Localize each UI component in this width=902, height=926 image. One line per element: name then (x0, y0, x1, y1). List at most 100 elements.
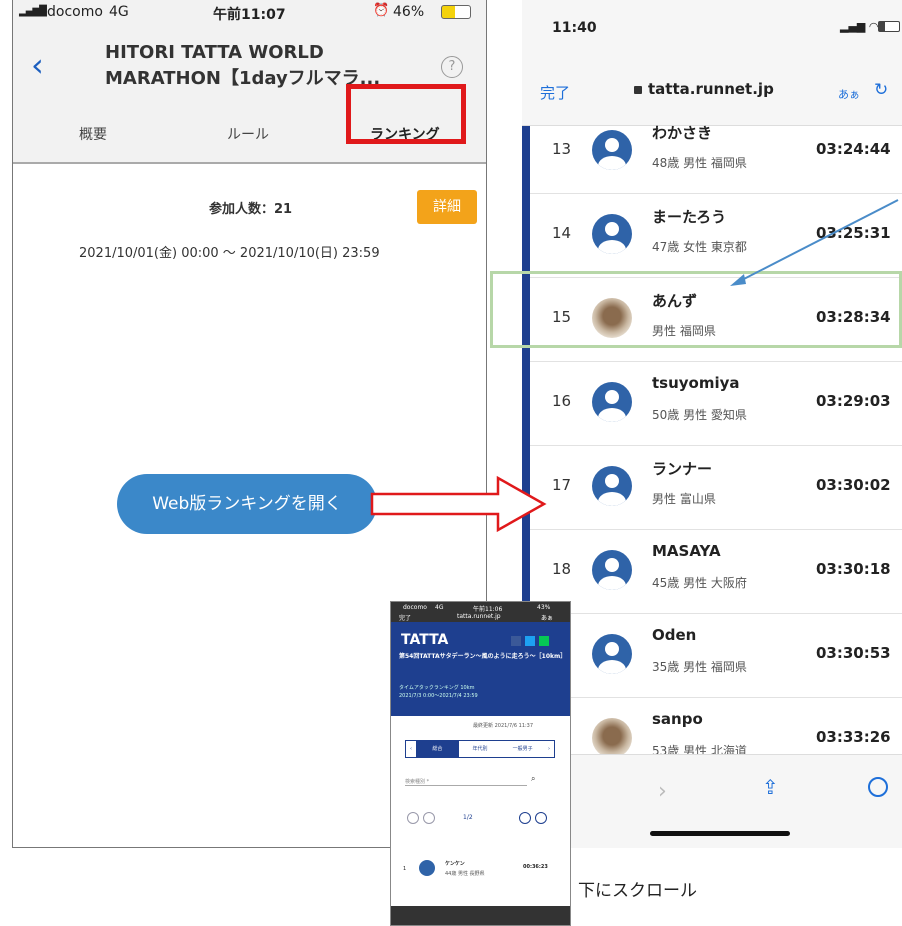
thumb-tab-men: 一般男子 (512, 746, 533, 752)
thumb-row-rank: 1 (403, 866, 407, 872)
photo-avatar (592, 718, 632, 758)
thumb-row-info: 44歳 男性 長野県 (445, 871, 485, 877)
runner-name: tsuyomiya (652, 374, 740, 392)
finish-time: 03:29:03 (816, 392, 891, 410)
thumb-bottom-bar (391, 906, 570, 925)
thumb-done: 完了 (399, 615, 412, 622)
thumb-title: 第54回TATTAサタデーラン〜風のように走ろう〜［10km］ (399, 653, 567, 660)
thumb-avatar (419, 860, 435, 876)
rank-number: 13 (552, 140, 572, 158)
thumb-tabs: ‹ 総合 年代別 一般男子 › (405, 740, 555, 758)
thumb-battery: 43% (537, 604, 551, 611)
finish-time: 03:30:53 (816, 644, 891, 662)
detail-button[interactable]: 詳細 (417, 190, 477, 224)
thumb-prev-icon (423, 812, 435, 824)
compass-icon[interactable] (868, 777, 888, 797)
thumb-row-name: ケンケン (445, 861, 465, 867)
thumb-carrier: docomo (403, 604, 427, 611)
thumb-facebook-icon (511, 636, 521, 646)
thumb-twitter-icon (525, 636, 535, 646)
reload-icon[interactable]: ↻ (874, 80, 888, 100)
rank-number: 14 (552, 224, 572, 242)
runner-info: 男性 富山県 (652, 492, 716, 506)
runner-info: 48歳 男性 福岡県 (652, 156, 747, 170)
thumb-tab-next: › (548, 746, 551, 752)
thumb-sub2: 2021/7/3 0:00〜2021/7/4 23:59 (399, 693, 478, 699)
title-line-1: HITORI TATTA WORLD (105, 42, 324, 63)
thumb-tab-prev: ‹ (410, 746, 412, 752)
thumb-url: tatta.runnet.jp (457, 613, 501, 620)
red-arrow (370, 475, 547, 533)
rank-number: 16 (552, 392, 572, 410)
done-button[interactable]: 完了 (540, 82, 570, 103)
default-avatar-icon (592, 466, 632, 506)
thumb-search: 検索種別 * (405, 778, 527, 786)
thumb-tab-overall: 総合 (416, 741, 459, 757)
finish-time: 03:30:02 (816, 476, 891, 494)
carrier-label: docomo (47, 4, 103, 20)
runner-name: sanpo (652, 710, 703, 728)
thumb-body: 最終更新 2021/7/6 11:37 ‹ 総合 年代別 一般男子 › 検索種別… (391, 716, 570, 906)
nav-header: ‹ HITORI TATTA WORLD MARATHON【1dayフルマラ..… (13, 24, 486, 164)
battery-icon (441, 5, 471, 19)
share-icon[interactable]: ⇪ (762, 775, 779, 799)
network-label: 4G (109, 4, 129, 20)
participants-text: 参加人数： (209, 202, 275, 217)
thumb-header: docomo 4G 午前11:06 43% 完了 tatta.runnet.jp… (391, 602, 570, 622)
default-avatar-icon (592, 214, 632, 254)
ranking-tab-highlight (346, 84, 466, 144)
annotation-arrow (730, 199, 899, 286)
ranking-row[interactable]: 13 わかさき 48歳 男性 福岡県 03:24:44 (530, 108, 902, 194)
finish-time: 03:33:26 (816, 728, 891, 746)
web-ranking-button[interactable]: Web版ランキングを開く (117, 474, 377, 534)
clock: 午前11:07 (213, 7, 286, 23)
default-avatar-icon (592, 130, 632, 170)
back-icon[interactable]: ‹ (31, 46, 44, 84)
thumb-font-button: あぁ (541, 615, 554, 622)
thumb-row: 1 ケンケン 44歳 男性 長野県 00:36:23 (391, 856, 570, 886)
ranking-row[interactable]: 18 MASAYA 45歳 男性 大阪府 03:30:18 (530, 528, 902, 614)
thumb-time: 午前11:06 (473, 606, 503, 613)
ranking-row[interactable]: 16 tsuyomiya 50歳 男性 愛知県 03:29:03 (530, 360, 902, 446)
thumb-sub1: タイムアタックランキング 10km (399, 685, 475, 691)
scroll-caption: 下にスクロール (578, 881, 697, 901)
thumb-next-icon (519, 812, 531, 824)
thumb-pager: 1/2 (407, 812, 557, 826)
participants-count: 21 (274, 202, 293, 217)
clock: 11:40 (552, 20, 597, 36)
thumb-last-icon (535, 812, 547, 824)
url-bar[interactable]: tatta.runnet.jp (648, 80, 774, 98)
default-avatar-icon (592, 550, 632, 590)
title-line-2: MARATHON【1dayフルマラ... (105, 68, 381, 89)
battery-icon (878, 21, 900, 32)
help-icon[interactable]: ? (441, 56, 463, 78)
tab-rules[interactable]: ルール (227, 124, 269, 144)
finish-time: 03:24:44 (816, 140, 891, 158)
thumb-tab-age: 年代別 (472, 746, 488, 752)
font-size-button[interactable]: あぁ (838, 86, 860, 102)
thumb-line-icon (539, 636, 549, 646)
thumb-updated: 最終更新 2021/7/6 11:37 (473, 723, 534, 729)
thumb-hero: TATTA 第54回TATTAサタデーラン〜風のように走ろう〜［10km］ タイ… (391, 622, 570, 716)
alarm-icon: ⏰ (373, 3, 390, 18)
runner-name: わかさき (652, 124, 713, 142)
browser-bottom-bar: › ⇪ (522, 754, 902, 848)
browser-screen: 11:40 ▂▄▆ ◠ 完了 tatta.runnet.jp あぁ ↻ 13 わか… (522, 0, 902, 848)
participants-label: 参加人数：21 (209, 198, 292, 217)
thumb-row-time: 00:36:23 (523, 864, 548, 870)
rank-number: 17 (552, 476, 572, 494)
runner-name: Oden (652, 626, 697, 644)
ranking-row[interactable]: 17 ランナー男性 富山県 03:30:02 (530, 444, 902, 530)
signal-icon: ▂▄▆█ (19, 6, 47, 17)
runner-name: MASAYA (652, 542, 721, 560)
finish-time: 03:30:18 (816, 560, 891, 578)
home-indicator (650, 831, 790, 836)
thumb-network: 4G (435, 604, 444, 611)
thumb-logo: TATTA (401, 632, 449, 648)
runner-name: ランナー (652, 460, 713, 478)
forward-icon[interactable]: › (658, 779, 667, 804)
ranking-row[interactable]: 19Oden35歳 男性 福岡県03:30:53 (530, 612, 902, 698)
thumbnail-screenshot: docomo 4G 午前11:06 43% 完了 tatta.runnet.jp… (390, 601, 571, 926)
default-avatar-icon (592, 382, 632, 422)
tab-overview[interactable]: 概要 (79, 124, 107, 144)
